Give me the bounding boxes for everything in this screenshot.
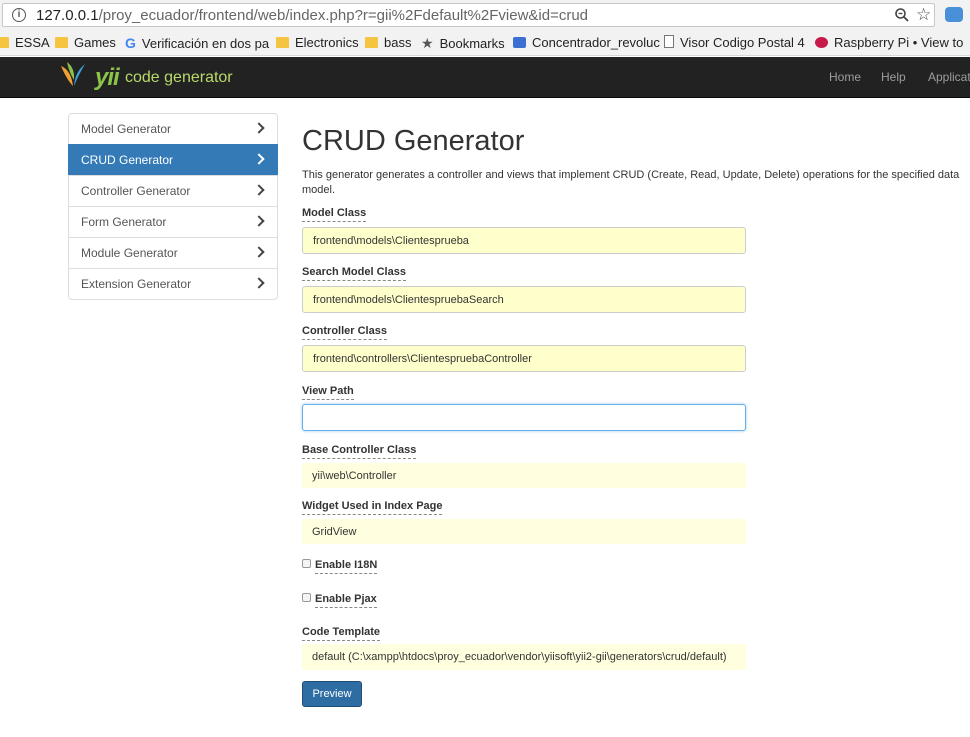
enable-i18n-label[interactable]: Enable I18N	[315, 559, 378, 574]
main-content: CRUD Generator This generator generates …	[302, 125, 962, 196]
base-controller-class-value[interactable]: yii\web\Controller	[302, 463, 746, 488]
folder-icon	[276, 37, 289, 48]
bookmark-bookmarks[interactable]: ★ Bookmarks	[421, 34, 505, 52]
nav-home[interactable]: Home	[829, 70, 861, 84]
enable-pjax-label[interactable]: Enable Pjax	[315, 593, 377, 608]
bookmarks-bar: ESSA Games G Verificación en dos pa Elect…	[0, 30, 970, 56]
bookmark-essa[interactable]: ESSA	[0, 34, 50, 52]
enable-i18n-row: Enable I18N	[302, 559, 378, 574]
enable-pjax-checkbox[interactable]	[302, 593, 311, 602]
folder-icon	[0, 37, 9, 48]
yii-logo-icon[interactable]	[57, 60, 91, 94]
bookmark-star-icon[interactable]: ☆	[916, 5, 931, 25]
bookmark-visor-codigo-postal[interactable]: Visor Codigo Postal 4	[664, 34, 805, 52]
page-icon	[664, 35, 674, 48]
info-icon[interactable]: i	[12, 8, 26, 22]
nav-help[interactable]: Help	[881, 70, 906, 84]
enable-i18n-checkbox[interactable]	[302, 559, 311, 568]
code-template-value[interactable]: default (C:\xampp\htdocs\proy_ecuador\ve…	[302, 644, 746, 670]
model-class-label: Model Class	[302, 207, 367, 222]
url-text[interactable]: 127.0.0.1/proy_ecuador/frontend/web/inde…	[36, 7, 588, 24]
chevron-right-icon	[253, 122, 265, 134]
sidebar-item-controller-generator[interactable]: Controller Generator	[68, 175, 278, 207]
raspberry-icon	[815, 37, 828, 48]
bookmark-raspberry-pi[interactable]: Raspberry Pi • View to	[815, 34, 963, 52]
search-model-class-label: Search Model Class	[302, 266, 406, 281]
chevron-right-icon	[253, 277, 265, 289]
generator-sidebar: Model Generator CRUD Generator Controlle…	[68, 113, 278, 300]
top-navbar: yii code generator Home Help Applicatio	[0, 57, 970, 98]
sidebar-item-extension-generator[interactable]: Extension Generator	[68, 268, 278, 300]
bookmark-bass[interactable]: bass	[365, 34, 411, 52]
browser-address-row: i 127.0.0.1/proy_ecuador/frontend/web/in…	[0, 0, 970, 30]
zoom-icon[interactable]	[894, 7, 910, 23]
chevron-right-icon	[253, 153, 265, 165]
logo-text[interactable]: yii	[95, 64, 120, 92]
widget-index-label: Widget Used in Index Page	[302, 500, 443, 515]
view-path-label: View Path	[302, 385, 354, 400]
address-bar[interactable]: i 127.0.0.1/proy_ecuador/frontend/web/in…	[2, 3, 935, 27]
chevron-right-icon	[253, 215, 265, 227]
nav-application[interactable]: Applicatio	[928, 70, 970, 84]
view-path-input[interactable]	[302, 404, 746, 431]
page-description: This generator generates a controller an…	[302, 169, 960, 196]
bookmark-electronics[interactable]: Electronics	[276, 34, 359, 52]
model-class-input[interactable]: frontend\models\Clientesprueba	[302, 227, 746, 254]
base-controller-class-label: Base Controller Class	[302, 444, 417, 459]
page-title: CRUD Generator	[302, 125, 525, 157]
bookmark-concentrador[interactable]: Concentrador_revoluc	[513, 34, 660, 52]
controller-class-label: Controller Class	[302, 325, 387, 340]
controller-class-input[interactable]: frontend\controllers\ClientespruebaContr…	[302, 345, 746, 372]
sidebar-item-module-generator[interactable]: Module Generator	[68, 237, 278, 269]
folder-icon	[365, 37, 378, 48]
widget-index-value[interactable]: GridView	[302, 519, 746, 544]
enable-pjax-row: Enable Pjax	[302, 593, 377, 608]
code-template-label: Code Template	[302, 626, 381, 641]
preview-button[interactable]: Preview	[302, 681, 362, 707]
sidebar-item-form-generator[interactable]: Form Generator	[68, 206, 278, 238]
logo-subtitle[interactable]: code generator	[125, 69, 233, 87]
chevron-right-icon	[253, 246, 265, 258]
chevron-right-icon	[253, 184, 265, 196]
search-model-class-input[interactable]: frontend\models\ClientespruebaSearch	[302, 286, 746, 313]
sidebar-item-model-generator[interactable]: Model Generator	[68, 113, 278, 145]
bookmark-verificacion[interactable]: G Verificación en dos pa	[125, 34, 269, 52]
extension-cloud-icon[interactable]	[945, 7, 963, 22]
app-icon	[513, 37, 526, 48]
bookmark-games[interactable]: Games	[55, 34, 116, 52]
folder-icon	[55, 37, 68, 48]
google-icon: G	[125, 35, 136, 51]
sidebar-item-crud-generator[interactable]: CRUD Generator	[68, 144, 278, 176]
star-icon: ★	[421, 35, 434, 51]
